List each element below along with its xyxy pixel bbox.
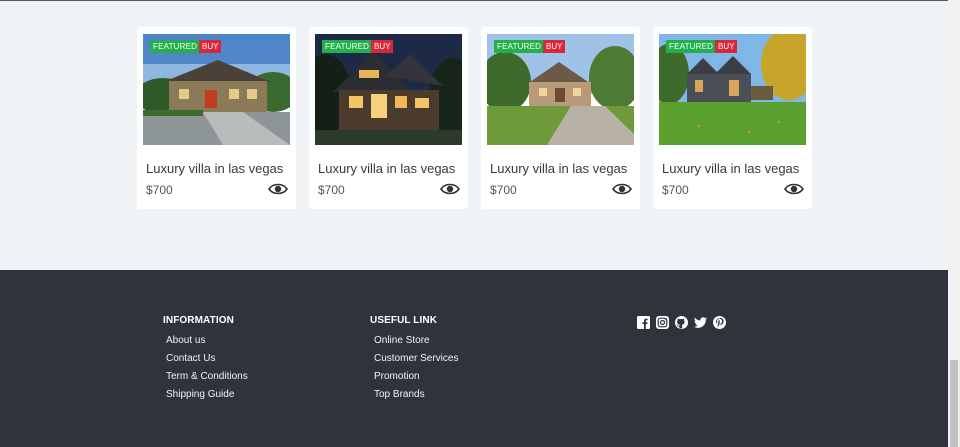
facebook-icon[interactable] bbox=[637, 316, 650, 329]
featured-badge: FEATURED bbox=[666, 40, 717, 53]
listing-image[interactable]: FEATURED BUY bbox=[143, 34, 290, 145]
eye-icon[interactable] bbox=[612, 182, 632, 196]
footer-link-top-brands[interactable]: Top Brands bbox=[374, 389, 425, 400]
listing-title[interactable]: Luxury villa in las vegas bbox=[490, 161, 627, 176]
footer-link-terms[interactable]: Term & Conditions bbox=[166, 371, 248, 382]
twitter-icon[interactable] bbox=[694, 316, 707, 329]
featured-badge: FEATURED bbox=[494, 40, 545, 53]
scrollbar-thumb[interactable] bbox=[950, 360, 958, 447]
listing-image[interactable]: FEATURED BUY bbox=[487, 34, 634, 145]
listing-price: $700 bbox=[146, 183, 173, 197]
eye-icon[interactable] bbox=[268, 182, 288, 196]
listing-image[interactable]: FEATURED BUY bbox=[659, 34, 806, 145]
eye-icon[interactable] bbox=[440, 182, 460, 196]
footer: INFORMATION About us Contact Us Term & C… bbox=[0, 270, 948, 447]
featured-badge: FEATURED bbox=[322, 40, 373, 53]
featured-badge: FEATURED bbox=[150, 40, 201, 53]
listings-section: FEATURED BUY Luxury villa in las vegas $… bbox=[0, 1, 948, 270]
listing-price: $700 bbox=[662, 183, 689, 197]
footer-link-about[interactable]: About us bbox=[166, 335, 205, 346]
listing-title[interactable]: Luxury villa in las vegas bbox=[662, 161, 799, 176]
buy-badge: BUY bbox=[715, 40, 738, 53]
listing-title[interactable]: Luxury villa in las vegas bbox=[146, 161, 283, 176]
social-icons bbox=[637, 316, 726, 329]
listing-title[interactable]: Luxury villa in las vegas bbox=[318, 161, 455, 176]
footer-link-promotion[interactable]: Promotion bbox=[374, 371, 420, 382]
listing-image[interactable]: FEATURED BUY bbox=[315, 34, 462, 145]
listing-price: $700 bbox=[318, 183, 345, 197]
footer-link-online-store[interactable]: Online Store bbox=[374, 335, 430, 346]
information-heading: INFORMATION bbox=[163, 315, 234, 326]
buy-badge: BUY bbox=[199, 40, 222, 53]
footer-link-shipping[interactable]: Shipping Guide bbox=[166, 389, 234, 400]
useful-link-heading: USEFUL LINK bbox=[370, 315, 438, 326]
listing-card[interactable]: FEATURED BUY Luxury villa in las vegas $… bbox=[653, 27, 812, 209]
pinterest-icon[interactable] bbox=[713, 316, 726, 329]
buy-badge: BUY bbox=[371, 40, 394, 53]
eye-icon[interactable] bbox=[784, 182, 804, 196]
instagram-icon[interactable] bbox=[656, 316, 669, 329]
listing-price: $700 bbox=[490, 183, 517, 197]
listing-card[interactable]: FEATURED BUY Luxury villa in las vegas $… bbox=[309, 27, 468, 209]
footer-link-customer-services[interactable]: Customer Services bbox=[374, 353, 458, 364]
listing-card[interactable]: FEATURED BUY Luxury villa in las vegas $… bbox=[481, 27, 640, 209]
github-icon[interactable] bbox=[675, 316, 688, 329]
footer-link-contact[interactable]: Contact Us bbox=[166, 353, 215, 364]
page-scrollbar[interactable] bbox=[948, 0, 960, 447]
buy-badge: BUY bbox=[543, 40, 566, 53]
listing-card[interactable]: FEATURED BUY Luxury villa in las vegas $… bbox=[137, 27, 296, 209]
